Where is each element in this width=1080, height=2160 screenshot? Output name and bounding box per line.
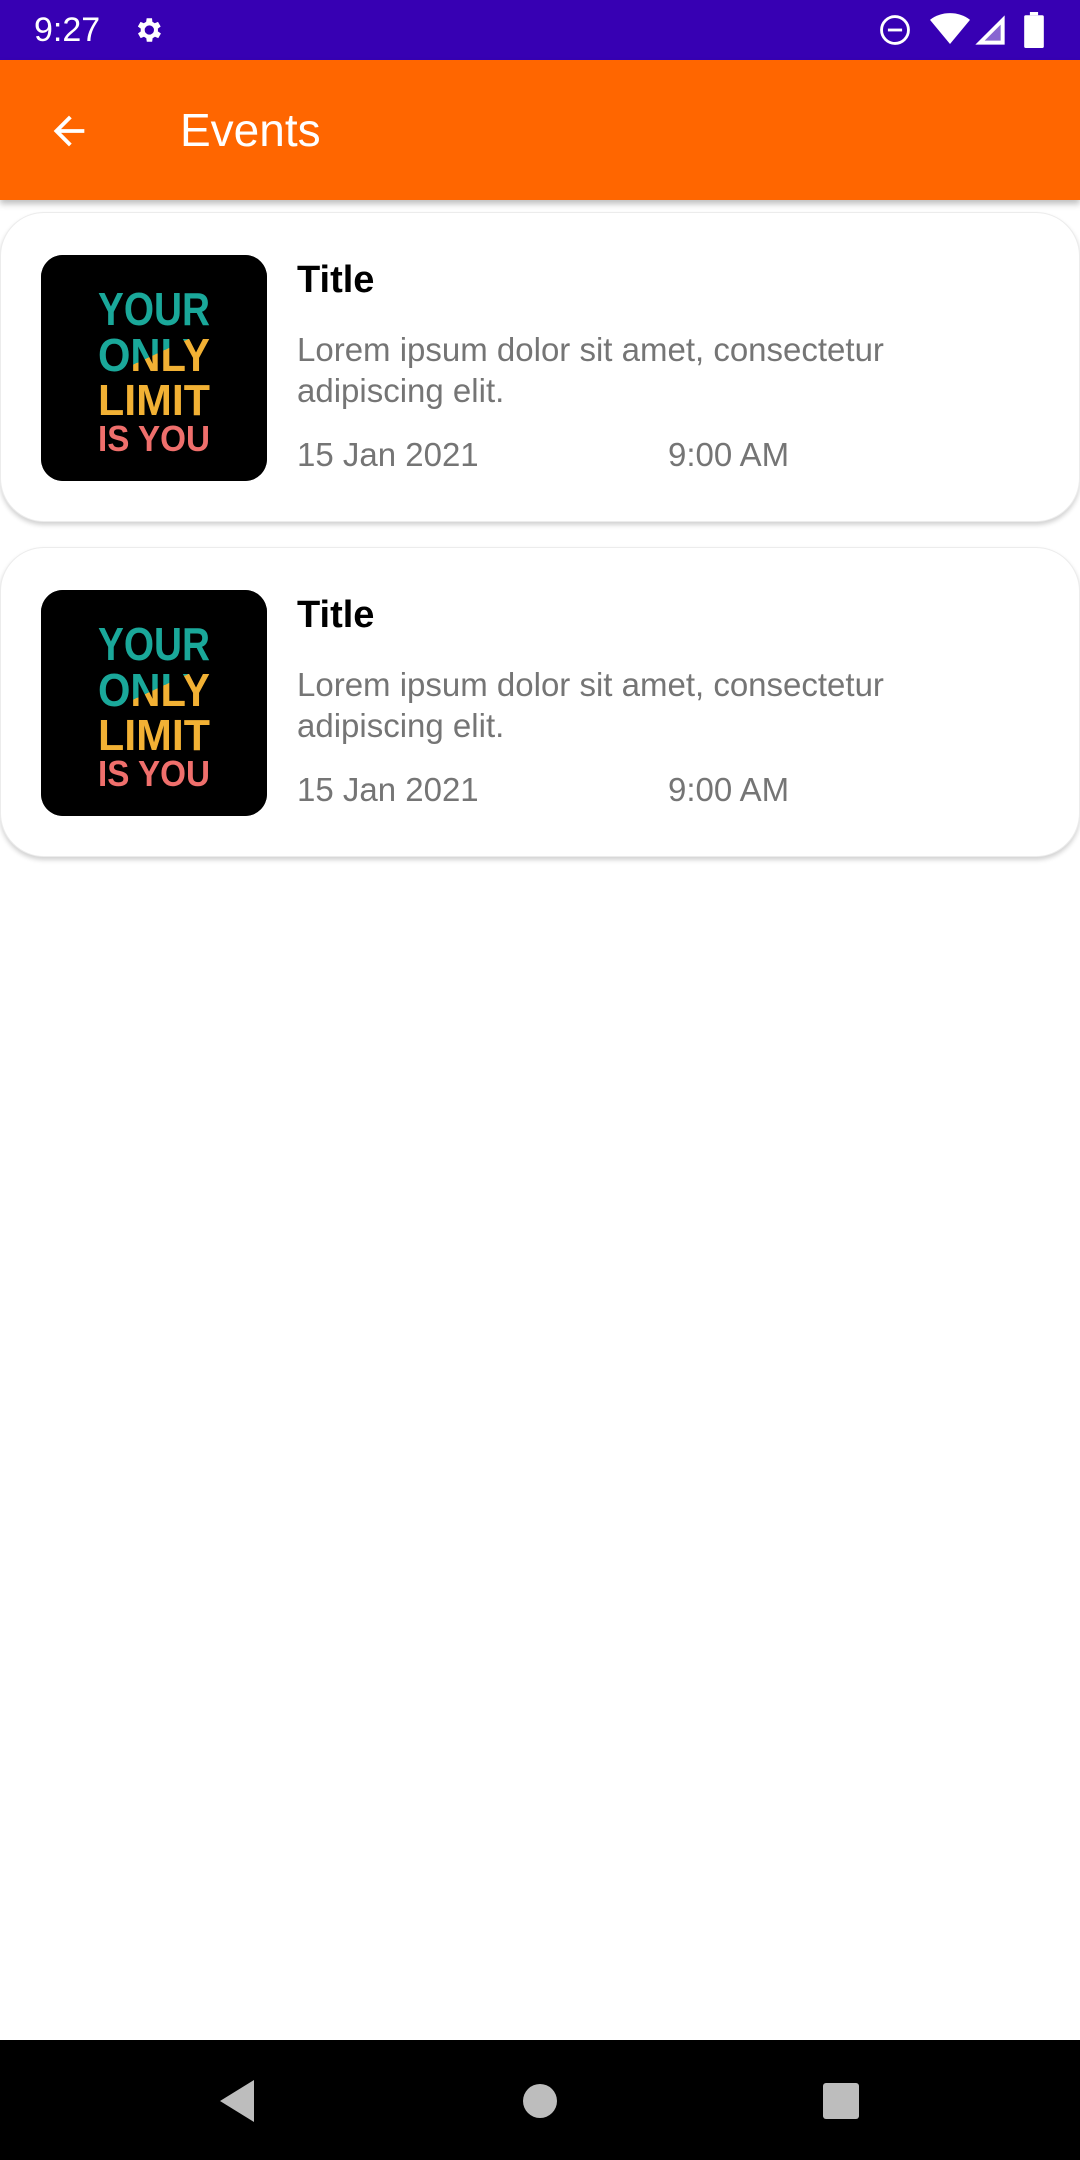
poster-line-4: IS YOU [98,418,210,459]
signal-icon [975,15,1005,45]
event-title: Title [297,259,375,301]
event-card[interactable]: YOUR ONLY LIMIT IS YOU Title Lorem ipsum… [0,547,1080,857]
event-title: Title [297,594,375,636]
back-button[interactable] [36,98,102,164]
event-description: Lorem ipsum dolor sit amet, consectetur … [297,666,884,744]
recents-square-icon[interactable] [816,2076,866,2126]
app-bar: Events [0,60,1080,200]
back-triangle-icon[interactable] [214,2076,264,2126]
poster-line-4: IS YOU [98,753,210,794]
status-bar: 9:27 [0,0,1080,60]
event-date: 15 Jan 2021 [297,436,479,473]
navigation-bar [0,2040,1080,2160]
page-title: Events [180,104,321,156]
event-description: Lorem ipsum dolor sit amet, consectetur … [297,331,884,409]
event-image: YOUR ONLY LIMIT IS YOU [41,255,267,481]
arrow-back-icon [53,115,85,147]
home-circle-icon[interactable] [515,2076,565,2126]
status-time: 9:27 [34,11,101,49]
event-time: 9:00 AM [668,436,790,473]
wifi-icon [930,13,970,44]
poster-line-1: YOUR [98,618,210,670]
poster-line-2: ONLY [98,329,210,381]
event-card[interactable]: YOUR ONLY LIMIT IS YOU Title Lorem ipsum… [0,212,1080,522]
motivational-poster-image: YOUR ONLY LIMIT IS YOU [41,255,267,481]
event-date: 15 Jan 2021 [297,771,479,808]
motivational-poster-image: YOUR ONLY LIMIT IS YOU [41,590,267,816]
poster-line-2: ONLY [98,664,210,716]
poster-line-1: YOUR [98,283,210,335]
event-image: YOUR ONLY LIMIT IS YOU [41,590,267,816]
settings-icon [137,18,161,42]
battery-icon [1024,12,1044,48]
do-not-disturb-icon [880,15,910,45]
event-time: 9:00 AM [668,771,790,808]
